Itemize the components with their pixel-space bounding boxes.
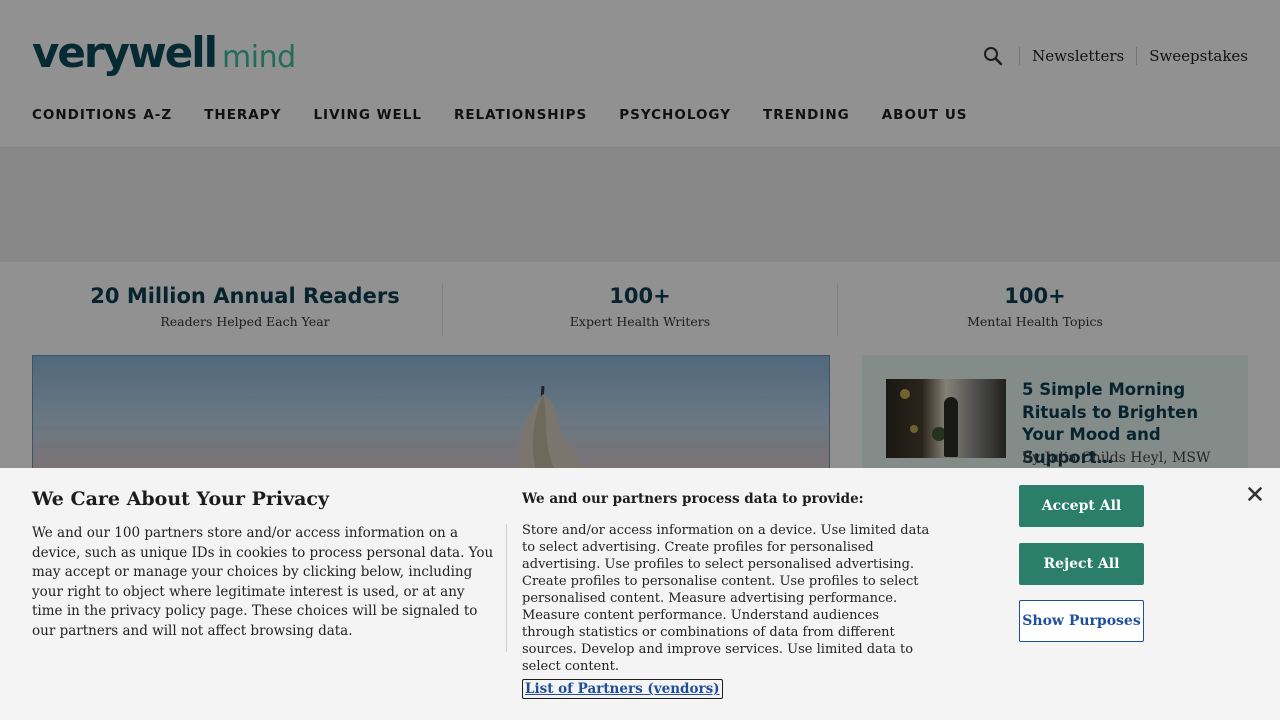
purposes-title: We and our partners process data to prov… xyxy=(522,491,864,507)
consent-title: We Care About Your Privacy xyxy=(32,488,330,510)
close-button[interactable] xyxy=(1244,483,1266,505)
partners-link[interactable]: List of Partners (vendors) xyxy=(522,679,723,699)
privacy-consent-banner: We Care About Your Privacy We and our 10… xyxy=(0,468,1280,720)
consent-divider xyxy=(506,524,507,652)
show-purposes-button[interactable]: Show Purposes xyxy=(1019,600,1144,642)
reject-all-button[interactable]: Reject All xyxy=(1019,543,1144,585)
purposes-body: Store and/or access information on a dev… xyxy=(522,523,930,674)
consent-body: We and our 100 partners store and/or acc… xyxy=(32,525,494,639)
accept-all-button[interactable]: Accept All xyxy=(1019,485,1144,527)
close-icon xyxy=(1248,487,1262,501)
